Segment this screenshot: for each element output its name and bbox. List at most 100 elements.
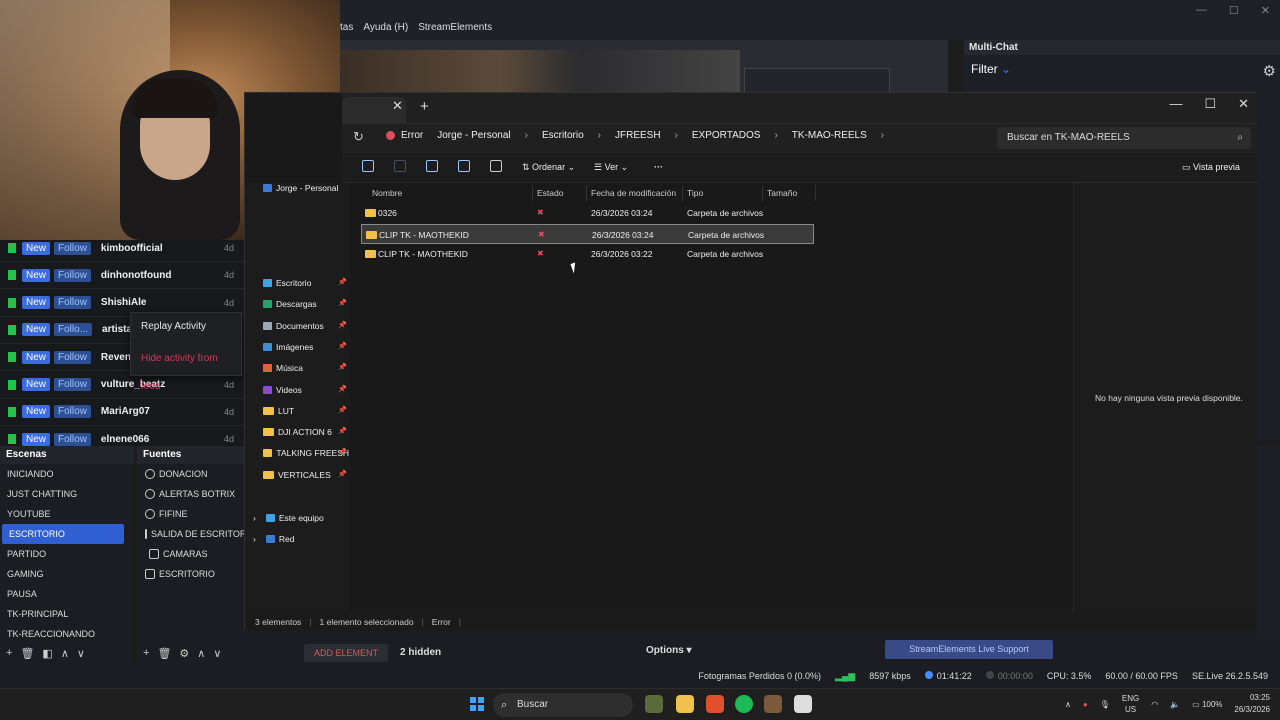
menu-item-tools[interactable]: tas (340, 22, 353, 33)
options-button[interactable]: Options ▾ (646, 645, 692, 656)
scene-item[interactable]: PAUSA (0, 584, 134, 604)
minimize-icon[interactable]: — (1169, 96, 1182, 112)
column-name[interactable]: Nombre (372, 188, 402, 198)
tray-overflow-icon[interactable]: ∧ (1065, 700, 1071, 709)
nav-item-quick-access[interactable]: LUT 📌 (263, 401, 349, 421)
source-item[interactable]: DONACION (137, 464, 244, 484)
scene-item[interactable]: INICIANDO (0, 464, 134, 484)
feed-row[interactable]: New Follow elnene066 4d (0, 426, 244, 446)
breadcrumb-item[interactable]: Escritorio (542, 130, 584, 141)
scene-item[interactable]: JUST CHATTING (0, 484, 134, 504)
refresh-icon[interactable]: ↻ (353, 129, 364, 145)
menu-item-help[interactable]: Ayuda (H) (363, 22, 408, 33)
new-tab-icon[interactable]: + (420, 98, 429, 115)
source-item[interactable]: FIFINE (137, 504, 244, 524)
column-status[interactable]: Estado (537, 188, 563, 198)
breadcrumb-item[interactable]: TK-MAO-REELS (792, 130, 867, 141)
hide-activity-item[interactable]: Hide activity from feed (131, 345, 241, 392)
column-modified[interactable]: Fecha de modificación (591, 188, 676, 198)
taskbar-search[interactable]: ⌕ Buscar (493, 693, 633, 717)
scene-item[interactable]: TK-REACCIONANDO (0, 624, 134, 644)
maximize-icon[interactable]: ☐ (1204, 96, 1216, 112)
spotify-icon[interactable] (735, 695, 753, 713)
breadcrumb-item[interactable]: Error (401, 130, 423, 141)
scene-item[interactable]: PARTIDO (0, 544, 134, 564)
scene-item[interactable]: YOUTUBE (0, 504, 134, 524)
clock[interactable]: 03:25 26/3/2026 (1234, 692, 1270, 716)
add-icon[interactable]: + (143, 647, 149, 659)
file-row[interactable]: 0326 ✖ 26/3/2026 03:24 Carpeta de archivos (361, 203, 814, 223)
chevron-right-icon[interactable]: › (881, 130, 884, 141)
tray-app-icon[interactable]: ● (1083, 700, 1088, 709)
filter-dropdown[interactable]: Filter ⌄ (971, 62, 1011, 76)
filter-icon[interactable]: ◧ (42, 647, 52, 660)
gear-icon[interactable]: ⚙ (1263, 62, 1276, 80)
scene-item[interactable]: ESCRITORIO (2, 524, 124, 544)
down-icon[interactable]: ∨ (213, 647, 221, 660)
source-item[interactable]: CAMARAS (137, 544, 244, 564)
feed-row[interactable]: New Follow dinhonotfound 4d (0, 262, 244, 290)
view-button[interactable]: ☰ Ver ⌄ (594, 162, 628, 173)
column-size[interactable]: Tamaño (767, 188, 797, 198)
battery-indicator[interactable]: ▭ 100% (1192, 700, 1222, 709)
app-icon[interactable] (764, 695, 782, 713)
feed-row[interactable]: New Follow kimboofficial 4d (0, 240, 244, 262)
file-row[interactable]: CLIP TK - MAOTHEKID ✖ 26/3/2026 03:24 Carpe… (361, 223, 814, 244)
nav-item-quick-access[interactable]: DJI ACTION 6 📌 (263, 422, 349, 442)
nav-item-quick-access[interactable]: Escritorio 📌 (263, 273, 349, 293)
breadcrumb-item[interactable]: JFREESH (615, 130, 661, 141)
new-icon[interactable] (362, 160, 374, 172)
search-input[interactable]: Buscar en TK-MAO-REELS ⌕ (997, 127, 1251, 149)
trash-icon[interactable]: 🗑 (20, 647, 34, 660)
replay-activity-item[interactable]: Replay Activity (131, 313, 241, 345)
nav-item-quick-access[interactable]: Documentos 📌 (263, 316, 349, 336)
obs-icon[interactable] (794, 695, 812, 713)
obs-preview-canvas[interactable] (340, 40, 948, 100)
scene-item[interactable]: TK-PRINCIPAL (0, 604, 134, 624)
up-icon[interactable]: ∧ (61, 647, 69, 660)
breadcrumb-item[interactable]: Jorge - Personal (437, 130, 510, 141)
windows-start-icon[interactable] (470, 697, 484, 711)
feed-row[interactable]: New Follow MariArg07 4d (0, 399, 244, 426)
nav-item-quick-access[interactable]: Música 📌 (263, 358, 349, 378)
add-element-button[interactable]: ADD ELEMENT (304, 644, 388, 662)
nav-item-quick-access[interactable]: Imágenes 📌 (263, 337, 349, 357)
scene-item[interactable]: GAMING (0, 564, 134, 584)
language-indicator[interactable]: ENG US (1122, 693, 1139, 715)
menu-item-streamelements[interactable]: StreamElements (418, 22, 492, 33)
minimize-icon[interactable]: — (1196, 4, 1207, 17)
source-item[interactable]: SALIDA DE ESCRITORIO (137, 524, 244, 544)
trash-icon[interactable] (490, 160, 502, 172)
up-icon[interactable]: ∧ (197, 647, 205, 660)
sort-button[interactable]: ⇅ Ordenar ⌄ (522, 162, 575, 173)
close-icon[interactable]: ✕ (1238, 96, 1249, 112)
close-tab-icon[interactable]: ✕ (392, 98, 403, 114)
gear-icon[interactable]: ⚙ (179, 647, 189, 660)
preview-button[interactable]: ▭ Vista previa (1182, 162, 1240, 173)
nav-item-quick-access[interactable]: Videos 📌 (263, 380, 349, 400)
source-item[interactable]: ALERTAS BOTRIX (137, 484, 244, 504)
add-icon[interactable]: + (6, 647, 12, 659)
nav-item-this-pc[interactable]: › Este equipo (253, 508, 339, 528)
nav-item-quick-access[interactable]: VERTICALES 📌 (263, 465, 349, 485)
chevron-right-icon[interactable]: › (253, 529, 256, 549)
source-item[interactable]: ESCRITORIO (137, 564, 244, 584)
nav-item-quick-access[interactable]: Descargas 📌 (263, 294, 349, 314)
share-icon[interactable] (458, 160, 470, 172)
nav-item-personal[interactable]: Jorge - Personal (263, 178, 349, 198)
maximize-icon[interactable]: ☐ (1229, 4, 1239, 17)
cut-icon[interactable] (394, 160, 406, 172)
column-type[interactable]: Tipo (687, 188, 703, 198)
nav-item-network[interactable]: › Red (253, 529, 339, 549)
nav-item-quick-access[interactable]: TALKING FREESH 📌 (263, 443, 349, 463)
close-icon[interactable]: ✕ (1261, 4, 1270, 17)
chevron-right-icon[interactable]: › (253, 508, 256, 528)
more-icon[interactable]: ··· (654, 162, 663, 172)
file-row[interactable]: CLIP TK - MAOTHEKID ✖ 26/3/2026 03:22 Carpe… (361, 244, 814, 264)
wifi-icon[interactable]: ◠ (1151, 700, 1158, 709)
trash-icon[interactable]: 🗑 (157, 647, 171, 660)
down-icon[interactable]: ∨ (77, 647, 85, 660)
copy-icon[interactable] (426, 160, 438, 172)
volume-icon[interactable]: 🔈 (1170, 700, 1180, 709)
brave-browser-icon[interactable] (706, 695, 724, 713)
